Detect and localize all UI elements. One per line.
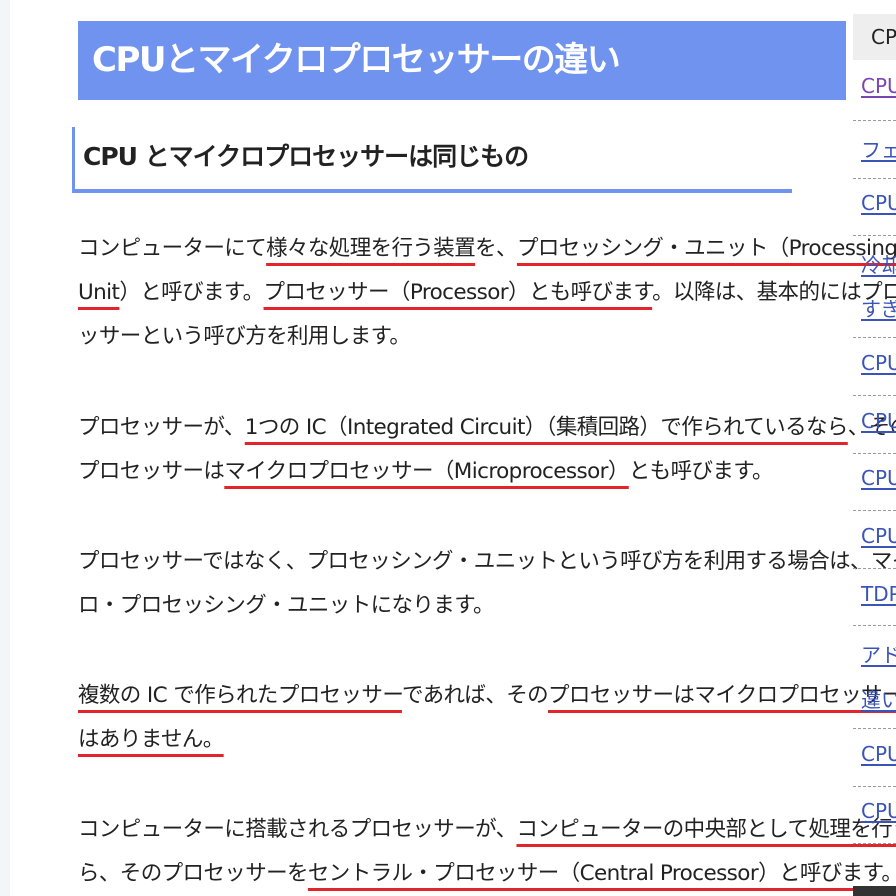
text-line: ロ・プロセッシング・ユニットになります。 xyxy=(78,584,848,628)
underlined-text: 複数の IC で作られたプロセッサー xyxy=(78,683,403,708)
text-line: プロセッサーが、1つの IC（Integrated Circuit）（集積回路）… xyxy=(78,406,896,450)
sidebar-link[interactable]: アド xyxy=(861,639,896,668)
paragraph-1: コンピューターにて様々な処理を行う装置を、プロセッシング・ユニット（Proces… xyxy=(78,227,896,359)
text-segment: ら、そのプロセッサーを xyxy=(78,861,309,886)
sidebar-header: CP xyxy=(853,14,896,60)
sidebar-link[interactable]: CPU xyxy=(861,799,896,823)
sidebar-link[interactable]: 違い xyxy=(861,684,896,713)
sidebar-link[interactable]: 冷却 xyxy=(861,249,896,278)
sidebar-divider xyxy=(853,510,896,511)
text-segment: コンピューターにて xyxy=(78,236,267,261)
sidebar-divider xyxy=(853,395,896,396)
sidebar-link[interactable]: CPU xyxy=(861,742,896,766)
section-heading: CPU とマイクロプロセッサーは同じもの xyxy=(72,127,792,193)
text-segment: プロセッサーは xyxy=(78,459,225,484)
underlined-text: はありません。 xyxy=(78,727,224,752)
text-line: はありません。 xyxy=(78,718,848,762)
text-segment: プロセッサーではなく、プロセッシング・ユニットという呼び方を利用する場合は、マイ… xyxy=(78,549,896,574)
sidebar: CP CPU フェ CPU 冷却 すぎ CPU CPU CPU CPU TDP … xyxy=(853,0,896,896)
text-segment: であれば、その xyxy=(401,683,549,708)
underlined-text: 様々な処理を行う装置 xyxy=(266,236,476,261)
sidebar-divider xyxy=(853,786,896,787)
sidebar-divider xyxy=(853,178,896,179)
underlined-text: プロセッサーはマイクロプロセッサーで xyxy=(548,683,896,708)
paragraph-5: コンピューターに搭載されるプロセッサーが、コンピューターの中央部として処理を行う… xyxy=(78,808,896,896)
sidebar-footer-bar xyxy=(853,886,896,896)
sidebar-divider xyxy=(853,453,896,454)
paragraph-2: プロセッサーが、1つの IC（Integrated Circuit）（集積回路）… xyxy=(78,406,896,494)
sidebar-divider xyxy=(853,843,896,844)
underlined-text: コンピューターの中央部として処理を行う xyxy=(516,817,896,842)
page-title: CPUとマイクロプロセッサーの違い xyxy=(78,21,846,100)
sidebar-link[interactable]: TDP xyxy=(861,582,896,606)
underlined-text: マイクロプロセッサー（Microprocessor） xyxy=(224,459,629,484)
text-segment: コンピューターに搭載されるプロセッサーが、 xyxy=(78,817,517,842)
underlined-text: プロセッシング・ユニット（Processing xyxy=(516,236,896,261)
paragraph-3: プロセッサーではなく、プロセッシング・ユニットという呼び方を利用する場合は、マイ… xyxy=(78,540,896,628)
text-segment: プロセッサーが、 xyxy=(78,415,245,440)
underlined-text: プロセッサー（Processor）とも呼びます xyxy=(263,280,653,305)
text-line: ら、そのプロセッサーをセントラル・プロセッサー（Central Processo… xyxy=(78,852,896,896)
text-segment: ロ・プロセッシング・ユニットになります。 xyxy=(78,593,494,618)
underlined-text: 1つの IC（Integrated Circuit）（集積回路）で作られているな… xyxy=(244,415,849,440)
sidebar-divider xyxy=(853,728,896,729)
sidebar-link[interactable]: フェ xyxy=(861,134,896,163)
text-segment: ）と呼びます。 xyxy=(119,280,264,305)
sidebar-link[interactable]: CPU xyxy=(861,191,896,215)
sidebar-link[interactable]: すぎ xyxy=(861,293,896,322)
sidebar-divider xyxy=(853,235,896,236)
sidebar-link[interactable]: CPU xyxy=(861,351,896,375)
sidebar-link[interactable]: CPU xyxy=(861,466,896,490)
text-segment: ッサーという呼び方を利用します。 xyxy=(78,324,411,349)
text-line: コンピューターにて様々な処理を行う装置を、プロセッシング・ユニット（Proces… xyxy=(78,227,896,271)
sidebar-link[interactable]: CPU xyxy=(861,74,896,98)
text-line: プロセッサーではなく、プロセッシング・ユニットという呼び方を利用する場合は、マイ… xyxy=(78,540,896,584)
underlined-text: Unit xyxy=(78,280,120,305)
sidebar-divider xyxy=(853,120,896,121)
sidebar-divider xyxy=(853,337,896,338)
sidebar-divider xyxy=(853,625,896,626)
sidebar-link[interactable]: CPU xyxy=(861,409,896,433)
paragraph-4: 複数の IC で作られたプロセッサーであれば、そのプロセッサーはマイクロプロセッ… xyxy=(78,674,896,762)
text-line: Unit）と呼びます。プロセッサー（Processor）とも呼びます。以降は、基… xyxy=(78,271,896,315)
text-line: コンピューターに搭載されるプロセッサーが、コンピューターの中央部として処理を行う… xyxy=(78,808,896,852)
sidebar-divider xyxy=(853,568,896,569)
text-segment: とも呼びます。 xyxy=(628,459,774,484)
text-line: 複数の IC で作られたプロセッサーであれば、そのプロセッサーはマイクロプロセッ… xyxy=(78,674,896,718)
article: CPUとマイクロプロセッサーの違い CPU とマイクロプロセッサーは同じもの コ… xyxy=(0,0,896,896)
sidebar-link[interactable]: CPU xyxy=(861,524,896,548)
text-segment: を、 xyxy=(475,236,517,261)
underlined-text: セントラル・プロセッサー（Central Processor）と呼びます xyxy=(307,861,882,886)
text-line: ッサーという呼び方を利用します。 xyxy=(78,315,848,359)
text-line: プロセッサーはマイクロプロセッサー（Microprocessor）とも呼びます。 xyxy=(78,450,848,494)
